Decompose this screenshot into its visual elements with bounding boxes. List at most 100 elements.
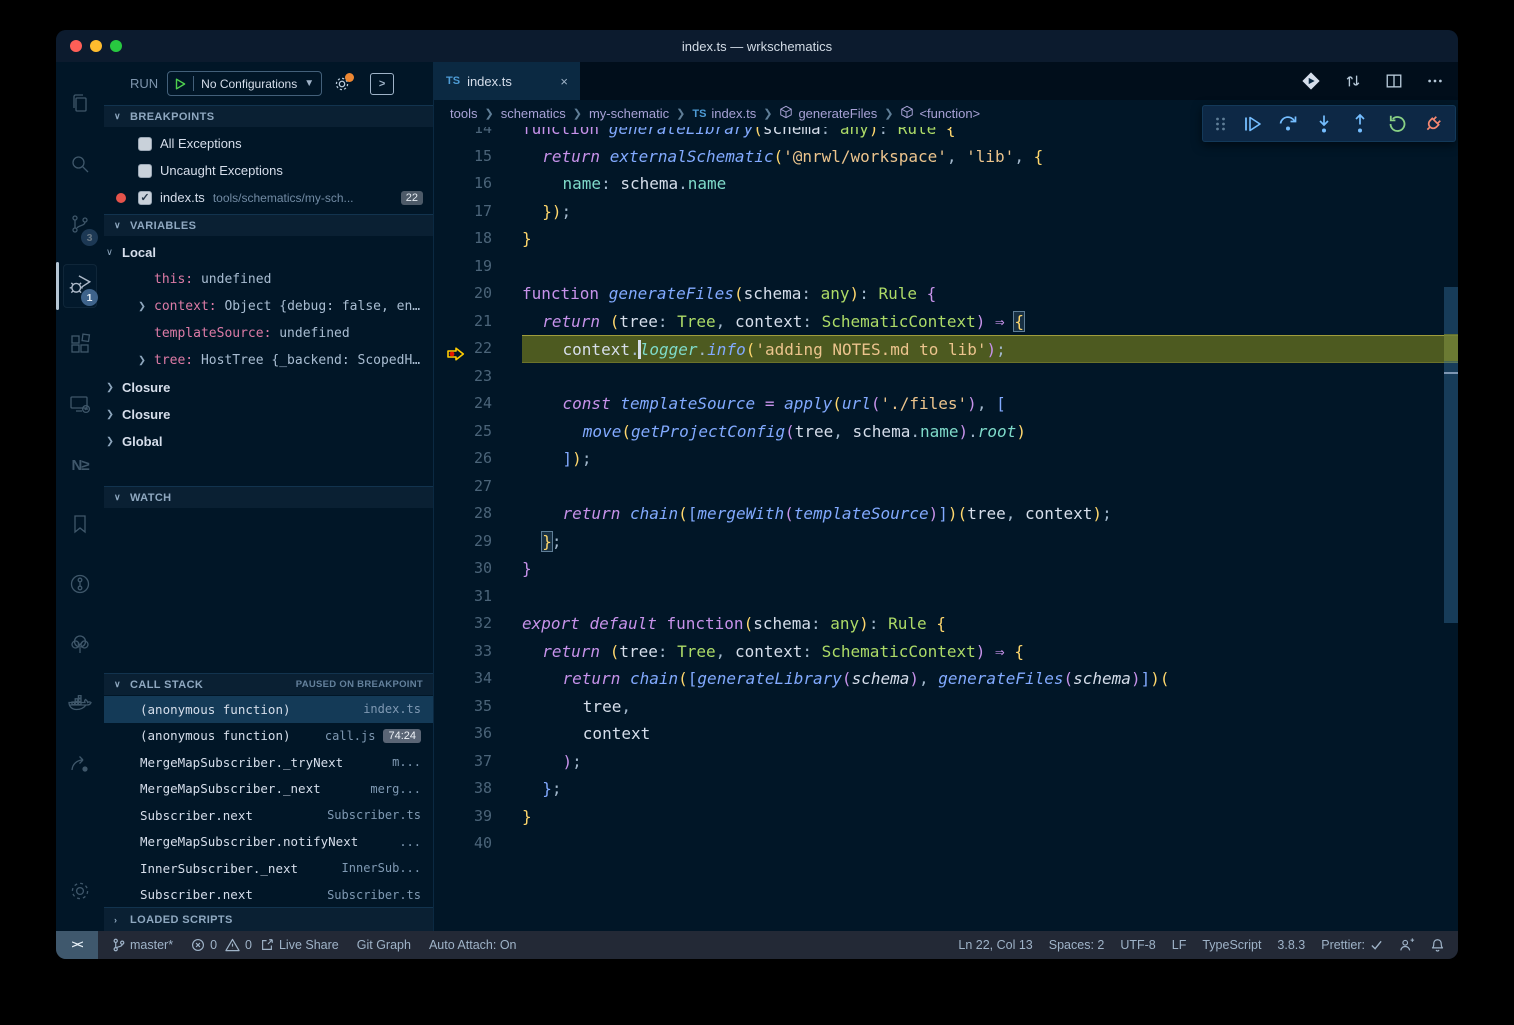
close-window-button[interactable] bbox=[70, 40, 82, 52]
call-stack-frame[interactable]: Subscriber.nextSubscriber.ts bbox=[104, 802, 433, 829]
sidebar-extensions-icon[interactable] bbox=[60, 316, 100, 376]
watch-header[interactable]: ∨ WATCH bbox=[104, 486, 433, 508]
statusbar-prettier[interactable]: Prettier: bbox=[1321, 938, 1383, 952]
breakpoint-row[interactable]: Uncaught Exceptions bbox=[104, 157, 433, 184]
call-stack-header[interactable]: ∨ CALL STACK PAUSED ON BREAKPOINT bbox=[104, 673, 433, 695]
code-line-34[interactable]: 34return chain([generateLibrary(schema),… bbox=[434, 665, 1458, 693]
chevron-right-icon[interactable]: ❯ bbox=[138, 301, 146, 312]
variable-row[interactable]: ❯Closure bbox=[104, 401, 433, 428]
code-line-19[interactable]: 19 bbox=[434, 253, 1458, 281]
breadcrumb-item-my-schematic[interactable]: my-schematic bbox=[589, 106, 669, 121]
loaded-scripts-header[interactable]: › LOADED SCRIPTS bbox=[104, 907, 433, 931]
sidebar-remote-explorer-icon[interactable] bbox=[60, 376, 100, 436]
code-line-39[interactable]: 39} bbox=[434, 803, 1458, 831]
code-line-32[interactable]: 32export default function(schema: any): … bbox=[434, 610, 1458, 638]
code-line-30[interactable]: 30} bbox=[434, 555, 1458, 583]
code-line-36[interactable]: 36context bbox=[434, 720, 1458, 748]
code-line-16[interactable]: 16name: schema.name bbox=[434, 170, 1458, 198]
code-line-18[interactable]: 18} bbox=[434, 225, 1458, 253]
statusbar-encoding[interactable]: UTF-8 bbox=[1120, 938, 1155, 952]
continue-icon[interactable] bbox=[1238, 110, 1266, 138]
code-line-25[interactable]: 25move(getProjectConfig(tree, schema.nam… bbox=[434, 418, 1458, 446]
sidebar-explorer-icon[interactable] bbox=[60, 76, 100, 136]
chevron-right-icon[interactable]: ❯ bbox=[106, 382, 114, 393]
statusbar-language-mode[interactable]: TypeScript bbox=[1202, 938, 1261, 952]
call-stack-frame[interactable]: Subscriber.nextSubscriber.ts bbox=[104, 882, 433, 908]
chevron-right-icon[interactable]: ❯ bbox=[138, 355, 146, 366]
code-line-35[interactable]: 35tree, bbox=[434, 693, 1458, 721]
statusbar-git-graph[interactable]: Git Graph bbox=[357, 938, 411, 952]
variable-row[interactable]: ❯tree: HostTree {_backend: ScopedH… bbox=[104, 347, 433, 374]
code-line-26[interactable]: 26]); bbox=[434, 445, 1458, 473]
checkbox-unchecked[interactable] bbox=[138, 164, 152, 178]
breakpoints-header[interactable]: ∨ BREAKPOINTS bbox=[104, 105, 433, 127]
code-line-28[interactable]: 28return chain([mergeWith(templateSource… bbox=[434, 500, 1458, 528]
statusbar-cursor-position[interactable]: Ln 22, Col 13 bbox=[958, 938, 1032, 952]
drag-grip-icon[interactable] bbox=[1211, 110, 1229, 138]
variable-row[interactable]: ∨Local bbox=[104, 239, 433, 266]
breadcrumb-item--function-[interactable]: <function> bbox=[900, 105, 980, 122]
code-line-40[interactable]: 40 bbox=[434, 830, 1458, 858]
maximize-window-button[interactable] bbox=[110, 40, 122, 52]
sidebar-live-share-icon[interactable] bbox=[60, 736, 100, 796]
code-line-17[interactable]: 17}); bbox=[434, 198, 1458, 226]
sidebar-test-explorer-icon[interactable] bbox=[60, 616, 100, 676]
breakpoint-row[interactable]: All Exceptions bbox=[104, 130, 433, 157]
code-line-22[interactable]: 22context.logger.info('adding NOTES.md t… bbox=[434, 335, 1458, 363]
code-line-21[interactable]: 21return (tree: Tree, context: Schematic… bbox=[434, 308, 1458, 336]
split-editor-icon[interactable] bbox=[1385, 72, 1403, 90]
code-area[interactable]: 14function generateLibrary(schema: any):… bbox=[434, 127, 1458, 931]
call-stack-frame[interactable]: MergeMapSubscriber._nextmerg... bbox=[104, 776, 433, 803]
debug-console-icon[interactable]: > bbox=[370, 73, 394, 95]
editor-scrollbar[interactable] bbox=[1444, 100, 1458, 931]
code-line-20[interactable]: 20function generateFiles(schema: any): R… bbox=[434, 280, 1458, 308]
restart-icon[interactable] bbox=[1383, 110, 1411, 138]
statusbar-warnings[interactable]: 0 bbox=[225, 938, 252, 952]
chevron-down-icon[interactable]: ∨ bbox=[106, 247, 113, 258]
statusbar-eol[interactable]: LF bbox=[1172, 938, 1187, 952]
checkbox-unchecked[interactable] bbox=[138, 137, 152, 151]
statusbar-notifications-bell[interactable] bbox=[1431, 938, 1444, 953]
code-line-23[interactable]: 23 bbox=[434, 363, 1458, 391]
minimize-window-button[interactable] bbox=[90, 40, 102, 52]
sidebar-manage-gear-icon[interactable] bbox=[60, 863, 100, 923]
variable-row[interactable]: templateSource: undefined bbox=[104, 320, 433, 347]
variables-header[interactable]: ∨ VARIABLES bbox=[104, 214, 433, 236]
step-over-icon[interactable] bbox=[1274, 110, 1302, 138]
call-stack-frame[interactable]: InnerSubscriber._nextInnerSub... bbox=[104, 855, 433, 882]
call-stack-frame[interactable]: MergeMapSubscriber.notifyNext... bbox=[104, 829, 433, 856]
code-line-31[interactable]: 31 bbox=[434, 583, 1458, 611]
chevron-right-icon[interactable]: ❯ bbox=[106, 436, 114, 447]
checkbox-checked[interactable]: ✓ bbox=[138, 191, 152, 205]
code-line-24[interactable]: 24const templateSource = apply(url('./fi… bbox=[434, 390, 1458, 418]
variable-row[interactable]: ❯context: Object {debug: false, en… bbox=[104, 293, 433, 320]
close-tab-icon[interactable]: × bbox=[560, 74, 568, 89]
sidebar-bookmarks-icon[interactable] bbox=[60, 496, 100, 556]
sidebar-source-control-icon[interactable]: 3 bbox=[60, 196, 100, 256]
disconnect-icon[interactable] bbox=[1419, 110, 1447, 138]
more-actions-icon[interactable] bbox=[1426, 72, 1444, 90]
statusbar-git-branch[interactable]: master* bbox=[112, 938, 173, 952]
breakpoint-row[interactable]: ✓index.tstools/schematics/my-sch...22 bbox=[104, 184, 433, 211]
statusbar-feedback[interactable] bbox=[1399, 938, 1415, 952]
code-line-33[interactable]: 33return (tree: Tree, context: Schematic… bbox=[434, 638, 1458, 666]
tab-index-ts[interactable]: TS index.ts × bbox=[434, 62, 580, 100]
sidebar-gitlens-icon[interactable] bbox=[60, 556, 100, 616]
step-into-icon[interactable] bbox=[1310, 110, 1338, 138]
chevron-right-icon[interactable]: ❯ bbox=[106, 409, 114, 420]
variable-row[interactable]: ❯Global bbox=[104, 428, 433, 455]
variable-row[interactable]: this: undefined bbox=[104, 266, 433, 293]
call-stack-frame[interactable]: (anonymous function)call.js74:24 bbox=[104, 723, 433, 750]
statusbar-live-share[interactable]: Live Share bbox=[260, 938, 339, 952]
compare-changes-icon[interactable] bbox=[1344, 72, 1362, 90]
statusbar-errors[interactable]: 0 bbox=[191, 938, 217, 952]
sidebar-search-icon[interactable] bbox=[60, 136, 100, 196]
sidebar-docker-icon[interactable] bbox=[60, 676, 100, 736]
step-out-icon[interactable] bbox=[1346, 110, 1374, 138]
statusbar-auto-attach[interactable]: Auto Attach: On bbox=[429, 938, 517, 952]
debug-settings-gear[interactable] bbox=[331, 73, 353, 95]
debug-config-dropdown[interactable]: No Configurations ▼ bbox=[167, 71, 322, 96]
statusbar-ts-version[interactable]: 3.8.3 bbox=[1277, 938, 1305, 952]
breadcrumb-item-index-ts[interactable]: TSindex.ts bbox=[692, 106, 756, 121]
code-line-37[interactable]: 37); bbox=[434, 748, 1458, 776]
